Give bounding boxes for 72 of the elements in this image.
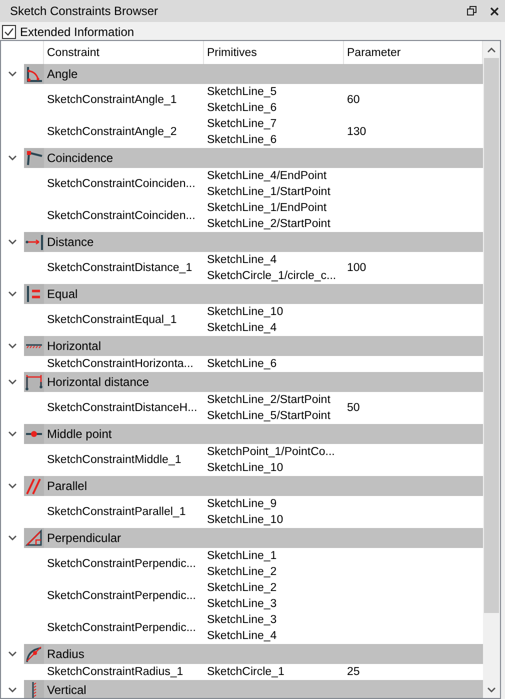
group-label[interactable]: Vertical	[44, 683, 86, 697]
constraint-cell[interactable]: SketchConstraintMiddle_1	[44, 452, 204, 468]
primitives-cell-text: SketchLine_10 SketchLine_4	[206, 305, 284, 336]
chevron-down-icon[interactable]	[8, 239, 17, 245]
group-label[interactable]: Distance	[44, 235, 94, 249]
group-label[interactable]: Radius	[44, 647, 84, 661]
primitives-cell-text: SketchLine_1 SketchLine_2	[206, 549, 278, 580]
primitives-cell-text: SketchLine_5 SketchLine_6	[206, 85, 278, 116]
primitives-cell-text: SketchLine_2/StartPoint SketchLine_5/StartPoint	[206, 393, 332, 424]
constraint-cell[interactable]: SketchConstraintPerpendic...	[44, 620, 204, 636]
primitives-cell-text: SketchLine_6	[206, 357, 278, 372]
chevron-down-icon[interactable]	[8, 71, 17, 77]
chevron-down-icon[interactable]	[8, 343, 17, 349]
angle-icon	[24, 64, 44, 84]
chevron-down-icon[interactable]	[8, 535, 17, 541]
constraint-cell[interactable]: SketchConstraintParallel_1	[44, 504, 204, 520]
group-label[interactable]: Horizontal	[44, 339, 102, 353]
primitives-cell-text: SketchLine_4 SketchCircle_1/circle_c...	[206, 253, 338, 284]
chevron-down-icon[interactable]	[8, 379, 17, 385]
constraint-cell[interactable]: SketchConstraintCoinciden...	[44, 208, 204, 224]
checkmark-icon	[4, 26, 14, 36]
constraint-cell[interactable]: SketchConstraintAngle_1	[44, 92, 204, 108]
group-label[interactable]: Coincidence	[44, 151, 114, 165]
distance-icon	[24, 232, 44, 252]
primitives-cell-text: SketchLine_1/EndPoint SketchLine_2/StartPoint	[206, 201, 332, 232]
scrollbar[interactable]	[483, 41, 500, 698]
checkbox[interactable]	[2, 24, 16, 38]
group-label[interactable]: Middle point	[44, 427, 112, 441]
group-label[interactable]: Equal	[44, 287, 78, 301]
chevron-down-icon[interactable]	[8, 291, 17, 297]
parameter-cell-text: 130	[346, 125, 368, 140]
constraint-cell[interactable]: SketchConstraintCoinciden...	[44, 176, 204, 192]
chevron-down-icon[interactable]	[8, 483, 17, 489]
parameter-cell-text: 100	[346, 261, 368, 276]
vertical-icon	[32, 682, 36, 698]
constraint-cell[interactable]: SketchConstraintPerpendic...	[44, 556, 204, 572]
horizontal-distance-icon	[24, 372, 44, 392]
primitives-cell-text: SketchLine_3 SketchLine_4	[206, 613, 278, 644]
parameter-cell-text: 60	[346, 93, 361, 108]
primitives-cell-text: SketchPoint_1/PointCo... SketchLine_10	[206, 445, 336, 476]
chevron-down-icon[interactable]	[8, 431, 17, 437]
perpendicular-icon	[24, 528, 44, 548]
constraint-cell[interactable]: SketchConstraintDistance_1	[44, 260, 204, 276]
radius-icon	[24, 644, 44, 664]
parameter-cell-text: 25	[346, 665, 361, 680]
scroll-down-icon[interactable]	[487, 686, 496, 692]
panel-title: Sketch Constraints Browser	[9, 4, 160, 18]
group-label[interactable]: Horizontal distance	[44, 375, 150, 389]
primitives-cell-text: SketchLine_2 SketchLine_3	[206, 581, 278, 612]
horizontal-icon	[25, 344, 43, 348]
constraint-cell[interactable]: SketchConstraintRadius_1	[44, 664, 204, 680]
chevron-down-icon[interactable]	[8, 687, 17, 693]
primitives-cell-text: SketchLine_7 SketchLine_6	[206, 117, 278, 148]
group-label[interactable]: Angle	[44, 67, 78, 81]
primitives-cell-text: SketchLine_9 SketchLine_10	[206, 497, 284, 528]
scroll-up-icon[interactable]	[487, 46, 496, 52]
restore-icon[interactable]	[467, 6, 477, 16]
group-label[interactable]: Parallel	[44, 479, 88, 493]
primitives-cell-text: SketchLine_4/EndPoint SketchLine_1/StartPoint	[206, 169, 332, 200]
constraint-cell[interactable]: SketchConstraintAngle_2	[44, 124, 204, 140]
primitives-cell-text: SketchCircle_1	[206, 665, 286, 680]
chevron-down-icon[interactable]	[8, 651, 17, 657]
constraint-cell[interactable]: SketchConstraintPerpendic...	[44, 588, 204, 604]
constraint-cell[interactable]: SketchConstraintEqual_1	[44, 312, 204, 328]
chevron-down-icon[interactable]	[8, 155, 17, 161]
close-icon[interactable]	[490, 6, 498, 16]
coincidence-icon	[24, 148, 44, 168]
constraint-cell[interactable]: SketchConstraintDistanceH...	[44, 400, 204, 416]
group-label[interactable]: Perpendicular	[44, 531, 122, 545]
parameter-cell-text: 50	[346, 401, 361, 416]
constraint-cell[interactable]: SketchConstraintHorizonta...	[44, 356, 204, 372]
checkbox-label[interactable]: Extended Information	[20, 24, 134, 38]
